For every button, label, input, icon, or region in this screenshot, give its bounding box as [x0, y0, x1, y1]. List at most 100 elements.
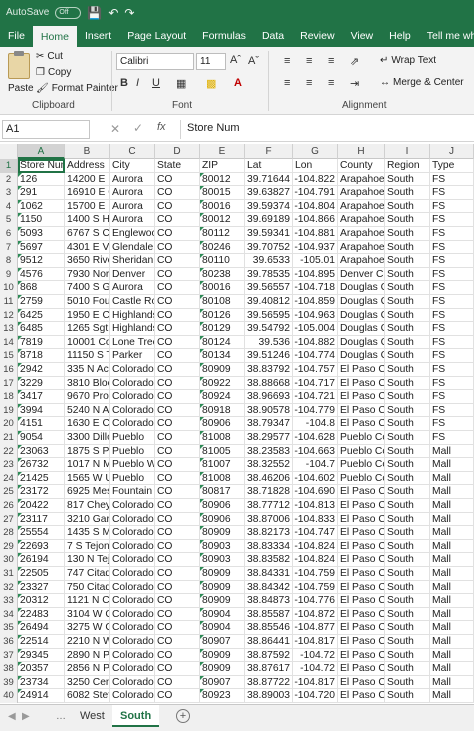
cell-a6[interactable]: 5093 [18, 227, 65, 241]
more-sheets-icon[interactable]: … [56, 711, 66, 722]
cell-i39[interactable]: South [385, 675, 430, 690]
cell-a1[interactable]: Store Num [18, 159, 65, 173]
cell-a7[interactable]: 5697 [18, 240, 65, 255]
cell-f10[interactable]: 39.56557 [245, 281, 293, 295]
cell-f12[interactable]: 39.56595 [245, 308, 293, 323]
row-number[interactable]: 11 [0, 295, 18, 309]
align-middle-icon[interactable]: ≡ [306, 55, 312, 67]
cell-g10[interactable]: -104.718 [293, 281, 338, 295]
row-number[interactable]: 3 [0, 186, 18, 200]
cell-f1[interactable]: Lat [245, 159, 293, 173]
cell-f38[interactable]: 38.87617 [245, 662, 293, 676]
cell-g24[interactable]: -104.602 [293, 471, 338, 486]
underline-button[interactable]: U [152, 77, 160, 89]
cell-f17[interactable]: 38.88668 [245, 376, 293, 391]
cell-g2[interactable]: -104.822 [293, 172, 338, 187]
cell-i23[interactable]: South [385, 458, 430, 472]
cell-f26[interactable]: 38.77712 [245, 499, 293, 513]
cell-e17[interactable]: 80922 [200, 376, 245, 391]
cell-i33[interactable]: South [385, 594, 430, 608]
cell-c5[interactable]: Aurora [110, 213, 155, 227]
cell-e19[interactable]: 80918 [200, 403, 245, 418]
cancel-icon[interactable]: ✕ [110, 122, 120, 136]
cell-a36[interactable]: 22514 [18, 635, 65, 649]
cell-h15[interactable]: Douglas C [338, 349, 385, 363]
undo-icon[interactable]: ↶ [108, 6, 118, 20]
cell-b36[interactable]: 2210 N Wa [65, 635, 110, 649]
cell-g27[interactable]: -104.833 [293, 512, 338, 527]
cell-a39[interactable]: 23734 [18, 675, 65, 690]
cell-a5[interactable]: 1150 [18, 213, 65, 227]
cell-d38[interactable]: CO [155, 662, 200, 676]
cell-g34[interactable]: -104.872 [293, 607, 338, 622]
cell-b3[interactable]: 16910 E Qu [65, 186, 110, 200]
cell-g22[interactable]: -104.663 [293, 444, 338, 459]
cell-g14[interactable]: -104.882 [293, 335, 338, 350]
cell-c26[interactable]: Colorado [110, 499, 155, 513]
cell-b11[interactable]: 5010 Foun [65, 295, 110, 309]
font-size-select[interactable]: 11 [196, 53, 226, 70]
cell-a26[interactable]: 20422 [18, 499, 65, 513]
cell-b5[interactable]: 1400 S Hav [65, 213, 110, 227]
cell-a23[interactable]: 26732 [18, 458, 65, 472]
cell-j3[interactable]: FS [430, 186, 474, 200]
cell-h22[interactable]: Pueblo Co [338, 444, 385, 459]
cell-i3[interactable]: South [385, 186, 430, 200]
cell-e23[interactable]: 81007 [200, 458, 245, 472]
cell-f8[interactable]: 39.6533 [245, 254, 293, 268]
cell-j21[interactable]: FS [430, 431, 474, 445]
cell-f20[interactable]: 38.79347 [245, 417, 293, 431]
cell-c1[interactable]: City [110, 159, 155, 173]
cell-e20[interactable]: 80906 [200, 417, 245, 431]
cell-a13[interactable]: 6485 [18, 322, 65, 336]
bold-button[interactable]: B [120, 77, 128, 89]
cell-a30[interactable]: 26194 [18, 553, 65, 567]
cell-g9[interactable]: -104.895 [293, 267, 338, 282]
cell-f15[interactable]: 39.51246 [245, 349, 293, 363]
tab-file[interactable]: File [0, 25, 33, 47]
column-header-j[interactable]: J [430, 144, 474, 159]
cell-b1[interactable]: Address [65, 159, 110, 173]
cell-d26[interactable]: CO [155, 499, 200, 513]
cut-button[interactable]: ✂ Cut [36, 51, 63, 62]
cell-d25[interactable]: CO [155, 485, 200, 499]
tab-page-layout[interactable]: Page Layout [119, 25, 194, 47]
cell-a21[interactable]: 9054 [18, 431, 65, 445]
cell-c8[interactable]: Sheridan [110, 254, 155, 268]
cell-c29[interactable]: Colorado [110, 539, 155, 554]
cell-b14[interactable]: 10001 Con [65, 335, 110, 350]
cell-h34[interactable]: El Paso Co [338, 607, 385, 622]
cell-i19[interactable]: South [385, 403, 430, 418]
cell-h28[interactable]: El Paso Co [338, 526, 385, 540]
cell-j38[interactable]: Mall [430, 662, 474, 676]
align-left-icon[interactable]: ≡ [284, 77, 290, 89]
cell-j11[interactable]: FS [430, 295, 474, 309]
cell-j7[interactable]: FS [430, 240, 474, 255]
tab-formulas[interactable]: Formulas [194, 25, 254, 47]
cell-h3[interactable]: Arapahoe [338, 186, 385, 200]
cell-h36[interactable]: El Paso Co [338, 635, 385, 649]
cell-j33[interactable]: Mall [430, 594, 474, 608]
tab-insert[interactable]: Insert [77, 25, 119, 47]
cell-d16[interactable]: CO [155, 363, 200, 377]
cell-g23[interactable]: -104.7 [293, 458, 338, 472]
cell-j22[interactable]: Mall [430, 444, 474, 459]
cell-j8[interactable]: FS [430, 254, 474, 268]
cell-d3[interactable]: CO [155, 186, 200, 200]
cell-f6[interactable]: 39.59341 [245, 227, 293, 241]
row-number[interactable]: 30 [0, 553, 18, 567]
cell-c3[interactable]: Aurora [110, 186, 155, 200]
row-number[interactable]: 7 [0, 240, 18, 255]
row-number[interactable]: 5 [0, 213, 18, 227]
cell-g5[interactable]: -104.866 [293, 213, 338, 227]
cell-e14[interactable]: 80124 [200, 335, 245, 350]
cell-b13[interactable]: 1265 Sgt J [65, 322, 110, 336]
row-number[interactable]: 33 [0, 594, 18, 608]
cell-c6[interactable]: Englewoo [110, 227, 155, 241]
cell-h40[interactable]: El Paso Co [338, 689, 385, 703]
cell-e30[interactable]: 80903 [200, 553, 245, 567]
cell-c40[interactable]: Colorado [110, 689, 155, 703]
cell-h38[interactable]: El Paso Co [338, 662, 385, 676]
cell-c7[interactable]: Glendale [110, 240, 155, 255]
cell-i28[interactable]: South [385, 526, 430, 540]
